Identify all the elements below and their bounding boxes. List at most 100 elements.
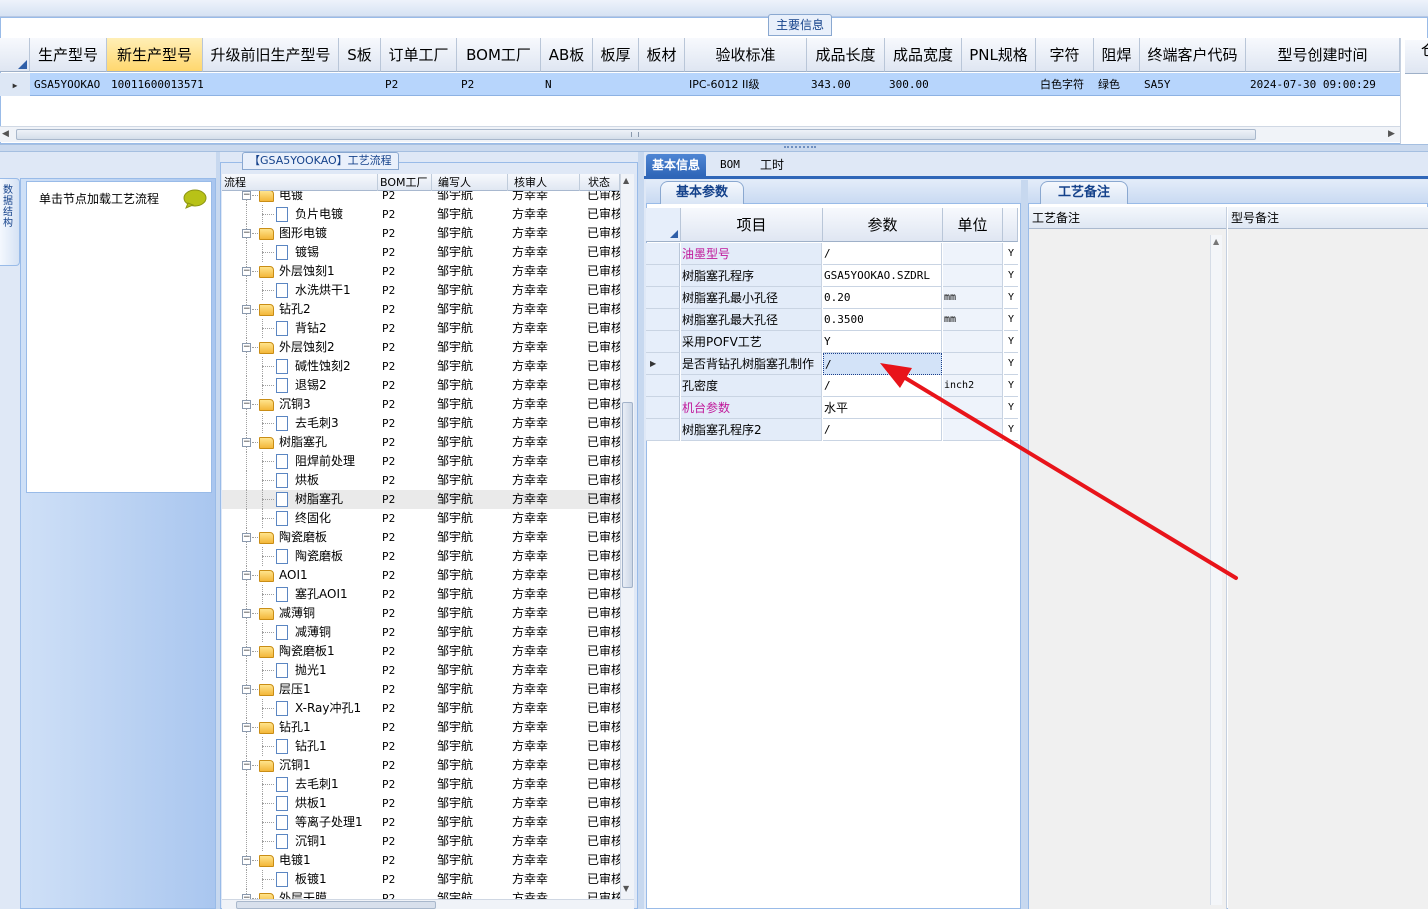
- main-grid-hscrollbar[interactable]: ◀ ▶: [0, 126, 1400, 142]
- col-header-13[interactable]: 字符: [1036, 38, 1094, 72]
- tree-node[interactable]: 烘板 P2 邹宇航 方幸幸 已审核: [222, 471, 620, 490]
- col-param[interactable]: 参数: [823, 208, 943, 242]
- cell-created-time[interactable]: 2024-07-30 09:00:29: [1246, 73, 1400, 96]
- collapse-toggle-icon[interactable]: −: [242, 305, 251, 314]
- col-header-16[interactable]: 型号创建时间: [1246, 38, 1400, 72]
- col-reviewer[interactable]: 核审人: [508, 174, 580, 191]
- col-header-3[interactable]: S板: [339, 38, 381, 72]
- cell-bom-factory[interactable]: P2: [457, 73, 541, 96]
- param-value[interactable]: 0.20: [823, 287, 942, 309]
- main-hscroll-thumb[interactable]: [16, 129, 1256, 140]
- tree-node[interactable]: 退锡2 P2 邹宇航 方幸幸 已审核: [222, 376, 620, 395]
- cell-new-production-model[interactable]: 10011600013571: [107, 73, 203, 96]
- tree-node[interactable]: − 沉铜3 P2 邹宇航 方幸幸 已审核: [222, 395, 620, 414]
- param-row[interactable]: 机台参数 水平 Y: [646, 397, 1018, 419]
- cell-pnl-spec[interactable]: [962, 73, 1036, 96]
- tree-node[interactable]: 减薄铜 P2 邹宇航 方幸幸 已审核: [222, 623, 620, 642]
- cell-order-factory[interactable]: P2: [381, 73, 457, 96]
- col-header-12[interactable]: PNL规格: [962, 38, 1036, 72]
- param-value[interactable]: /: [823, 375, 942, 397]
- tree-node[interactable]: 树脂塞孔 P2 邹宇航 方幸幸 已审核: [222, 490, 620, 509]
- col-header-10[interactable]: 成品长度: [807, 38, 885, 72]
- cell-character[interactable]: 白色字符: [1036, 73, 1094, 96]
- collapse-toggle-icon[interactable]: −: [242, 438, 251, 447]
- col-header-4[interactable]: 订单工厂: [381, 38, 457, 72]
- col-header-15[interactable]: 终端客户代码: [1140, 38, 1246, 72]
- tree-node[interactable]: 塞孔AOI1 P2 邹宇航 方幸幸 已审核: [222, 585, 620, 604]
- col-header-9[interactable]: 验收标准: [685, 38, 807, 72]
- tree-node[interactable]: 去毛刺3 P2 邹宇航 方幸幸 已审核: [222, 414, 620, 433]
- collapse-toggle-icon[interactable]: −: [242, 723, 251, 732]
- tree-node[interactable]: 终固化 P2 邹宇航 方幸幸 已审核: [222, 509, 620, 528]
- tree-vscroll-thumb[interactable]: [622, 402, 633, 588]
- tab-bom[interactable]: BOM: [714, 154, 746, 176]
- col-flow[interactable]: 流程: [222, 174, 378, 191]
- tree-node[interactable]: 钻孔1 P2 邹宇航 方幸幸 已审核: [222, 737, 620, 756]
- col-header-1[interactable]: 新生产型号: [107, 38, 203, 72]
- col-item[interactable]: 项目: [681, 208, 823, 242]
- param-row[interactable]: 油墨型号 / Y: [646, 243, 1018, 265]
- collapse-toggle-icon[interactable]: −: [242, 571, 251, 580]
- cell-standard[interactable]: IPC-6012 II级: [685, 73, 807, 96]
- tree-node[interactable]: − 外层干膜 P2 邹宇航 方幸幸 已审核: [222, 889, 620, 899]
- col-bom-factory[interactable]: BOM工厂: [378, 174, 432, 191]
- tree-node[interactable]: 陶瓷磨板 P2 邹宇航 方幸幸 已审核: [222, 547, 620, 566]
- tree-node[interactable]: 阻焊前处理 P2 邹宇航 方幸幸 已审核: [222, 452, 620, 471]
- tree-node[interactable]: − 减薄铜 P2 邹宇航 方幸幸 已审核: [222, 604, 620, 623]
- cell-customer-code[interactable]: SA5Y: [1140, 73, 1246, 96]
- tab-basic-params[interactable]: 基本参数: [660, 181, 744, 204]
- param-value[interactable]: GSA5YOOKAO.SZDRL: [823, 265, 942, 287]
- col-header-14[interactable]: 阻焊: [1094, 38, 1140, 72]
- tree-node[interactable]: − 钻孔2 P2 邹宇航 方幸幸 已审核: [222, 300, 620, 319]
- collapse-toggle-icon[interactable]: −: [242, 229, 251, 238]
- param-row[interactable]: ▶ 是否背钻孔树脂塞孔制作 / Y: [646, 353, 1018, 375]
- tab-process-notes[interactable]: 工艺备注: [1040, 181, 1128, 204]
- tree-node[interactable]: − 陶瓷磨板 P2 邹宇航 方幸幸 已审核: [222, 528, 620, 547]
- tree-node[interactable]: 镀锡 P2 邹宇航 方幸幸 已审核: [222, 243, 620, 262]
- tree-node[interactable]: 沉铜1 P2 邹宇航 方幸幸 已审核: [222, 832, 620, 851]
- side-tab-data-structure[interactable]: 数据结构: [0, 178, 20, 266]
- scroll-up-icon[interactable]: ▲: [1213, 237, 1219, 246]
- process-note-column[interactable]: 工艺备注 ▲: [1029, 207, 1227, 909]
- param-value[interactable]: 水平: [823, 397, 942, 419]
- load-node-box[interactable]: 单击节点加载工艺流程: [26, 181, 212, 493]
- cell-s-board[interactable]: [339, 73, 381, 96]
- col-header-6[interactable]: AB板: [541, 38, 593, 72]
- param-row[interactable]: 树脂塞孔最大孔径 0.3500 mm Y: [646, 309, 1018, 331]
- tree-node[interactable]: 等离子处理1 P2 邹宇航 方幸幸 已审核: [222, 813, 620, 832]
- cell-solder-mask[interactable]: 绿色: [1094, 73, 1140, 96]
- scroll-up-icon[interactable]: ▲: [623, 176, 629, 185]
- param-value[interactable]: /: [823, 419, 942, 441]
- collapse-toggle-icon[interactable]: −: [242, 647, 251, 656]
- tree-node[interactable]: − 外层蚀刻2 P2 邹宇航 方幸幸 已审核: [222, 338, 620, 357]
- col-header-2[interactable]: 升级前旧生产型号: [203, 38, 339, 72]
- cell-old-model[interactable]: [203, 73, 339, 96]
- tree-node[interactable]: 背钻2 P2 邹宇航 方幸幸 已审核: [222, 319, 620, 338]
- collapse-toggle-icon[interactable]: −: [242, 761, 251, 770]
- tree-hscrollbar[interactable]: [222, 899, 634, 909]
- tree-node[interactable]: − 外层蚀刻1 P2 邹宇航 方幸幸 已审核: [222, 262, 620, 281]
- tree-node[interactable]: − 树脂塞孔 P2 邹宇航 方幸幸 已审核: [222, 433, 620, 452]
- table-row[interactable]: ▶ GSA5YOOKAO 10011600013571 P2 P2 N IPC-…: [0, 73, 1400, 96]
- scroll-left-icon[interactable]: ◀: [2, 129, 9, 139]
- tab-work-hours[interactable]: 工时: [754, 154, 790, 176]
- collapse-toggle-icon[interactable]: −: [242, 343, 251, 352]
- col-header-11[interactable]: 成品宽度: [885, 38, 962, 72]
- collapse-toggle-icon[interactable]: −: [242, 533, 251, 542]
- col-header-5[interactable]: BOM工厂: [457, 38, 541, 72]
- param-row[interactable]: 采用POFV工艺 Y Y: [646, 331, 1018, 353]
- tree-node[interactable]: 烘板1 P2 邹宇航 方幸幸 已审核: [222, 794, 620, 813]
- cell-ab-board[interactable]: N: [541, 73, 593, 96]
- tree-hscroll-thumb[interactable]: [236, 901, 436, 909]
- param-row[interactable]: 树脂塞孔程序 GSA5YOOKAO.SZDRL Y: [646, 265, 1018, 287]
- tree-node[interactable]: − 钻孔1 P2 邹宇航 方幸幸 已审核: [222, 718, 620, 737]
- vertical-splitter-right[interactable]: [1021, 180, 1028, 909]
- param-row[interactable]: 孔密度 / inch2 Y: [646, 375, 1018, 397]
- tree-node[interactable]: 去毛刺1 P2 邹宇航 方幸幸 已审核: [222, 775, 620, 794]
- collapse-toggle-icon[interactable]: −: [242, 191, 251, 200]
- tree-node[interactable]: 板镀1 P2 邹宇航 方幸幸 已审核: [222, 870, 620, 889]
- cell-width[interactable]: 300.00: [885, 73, 962, 96]
- horizontal-splitter[interactable]: [0, 144, 1428, 152]
- scroll-right-icon[interactable]: ▶: [1388, 129, 1395, 139]
- tree-node[interactable]: 水洗烘干1 P2 邹宇航 方幸幸 已审核: [222, 281, 620, 300]
